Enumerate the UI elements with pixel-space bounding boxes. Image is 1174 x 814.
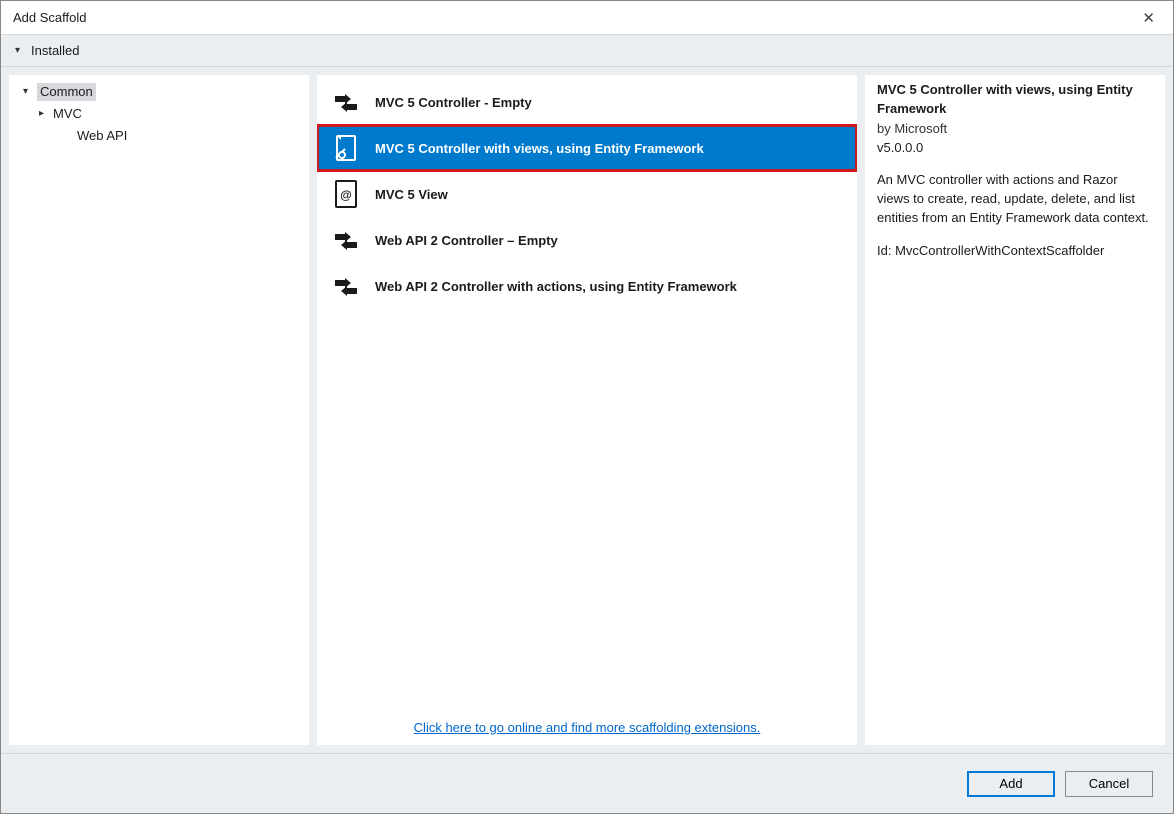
controller-views-icon [331,133,361,163]
details-description: An MVC controller with actions and Razor… [877,171,1153,228]
tree-item-mvc[interactable]: ▸MVC [9,103,309,125]
template-item-label: Web API 2 Controller with actions, using… [375,279,737,294]
chevron-down-icon: ▾ [23,83,35,101]
extensions-link-row: Click here to go online and find more sc… [317,710,857,745]
template-item[interactable]: Web API 2 Controller – Empty [317,217,857,263]
template-list-panel: MVC 5 Controller - Empty MVC 5 Controlle… [317,75,857,745]
title-bar: Add Scaffold ✕ [1,1,1173,35]
template-list: MVC 5 Controller - Empty MVC 5 Controlle… [317,75,857,710]
window-title: Add Scaffold [13,10,86,25]
tree-header[interactable]: ▾ Installed [1,35,1173,67]
details-title: MVC 5 Controller with views, using Entit… [877,81,1153,119]
template-item-label: Web API 2 Controller – Empty [375,233,558,248]
tree-item-label: Web API [77,127,127,145]
template-item[interactable]: MVC 5 Controller - Empty [317,79,857,125]
template-item-label: MVC 5 Controller - Empty [375,95,532,110]
template-item[interactable]: MVC 5 Controller with views, using Entit… [317,125,857,171]
controller-icon [331,271,361,301]
template-item[interactable]: @ MVC 5 View [317,171,857,217]
template-item-label: MVC 5 Controller with views, using Entit… [375,141,704,156]
template-item[interactable]: Web API 2 Controller with actions, using… [317,263,857,309]
dialog-footer: Add Cancel [1,753,1173,813]
controller-icon [331,87,361,117]
tree-item-label: MVC [53,105,82,123]
add-button[interactable]: Add [967,771,1055,797]
chevron-right-icon: ▸ [39,105,51,123]
details-id: Id: MvcControllerWithContextScaffolder [877,242,1153,261]
controller-icon [331,225,361,255]
extensions-link[interactable]: Click here to go online and find more sc… [414,720,761,735]
view-icon: @ [331,179,361,209]
close-icon[interactable]: ✕ [1134,7,1163,29]
content-area: ▾Common▸MVCWeb API MVC 5 Controller - Em… [1,67,1173,753]
tree-item-label: Common [37,83,96,101]
template-item-label: MVC 5 View [375,187,448,202]
cancel-button[interactable]: Cancel [1065,771,1153,797]
details-panel: MVC 5 Controller with views, using Entit… [865,75,1165,745]
tree-item-common[interactable]: ▾Common [9,81,309,103]
details-version: v5.0.0.0 [877,139,1153,158]
details-author: by Microsoft [877,120,1153,139]
chevron-down-icon: ▾ [15,45,27,56]
sidebar-tree: ▾Common▸MVCWeb API [9,75,309,745]
tree-item-web-api[interactable]: Web API [9,125,309,147]
svg-text:@: @ [340,188,352,202]
tree-header-label: Installed [31,43,79,58]
